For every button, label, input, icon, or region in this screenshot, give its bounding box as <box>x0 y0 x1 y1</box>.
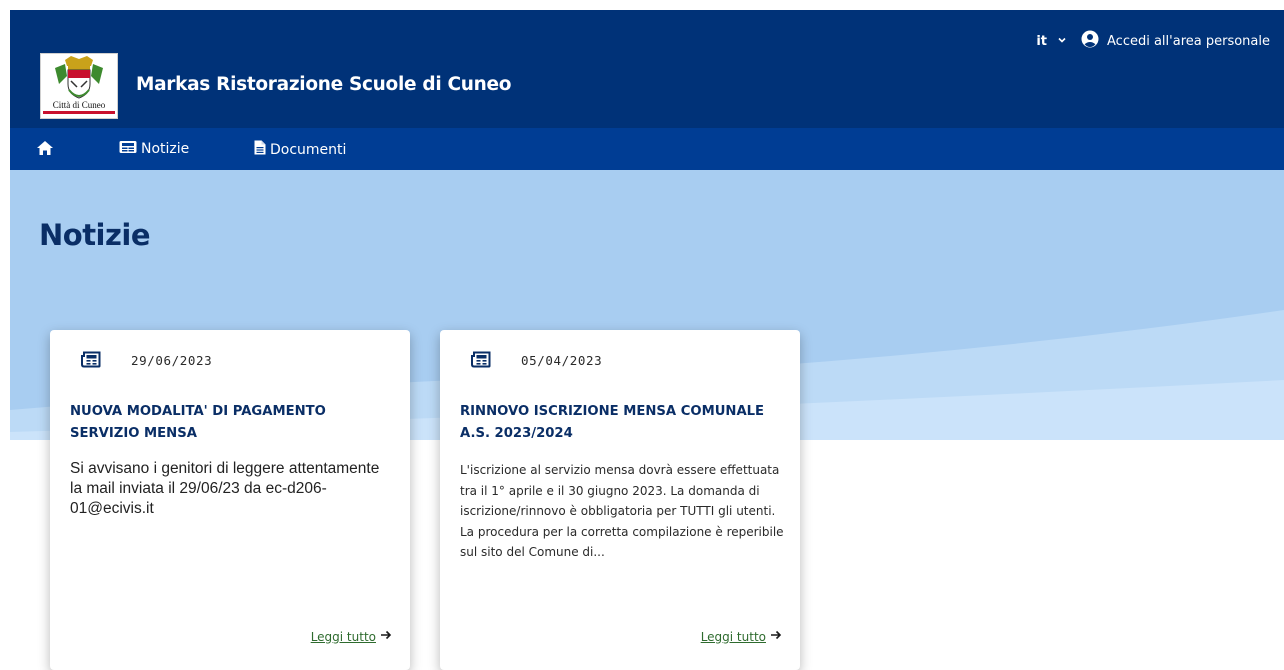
document-icon <box>254 140 270 159</box>
top-margin <box>0 0 1284 10</box>
card-excerpt: Si avvisano i genitori di leggere attent… <box>70 460 380 517</box>
read-more-link[interactable]: Leggi tutto <box>701 629 782 644</box>
user-circle-icon[interactable] <box>1081 30 1099 52</box>
site-header: Città di Cuneo Markas Ristorazione Scuol… <box>10 10 1284 128</box>
card-date: 05/04/2023 <box>521 353 603 368</box>
read-more-label: Leggi tutto <box>310 629 376 644</box>
language-selector[interactable]: it <box>1036 34 1047 49</box>
page-title: Notizie <box>39 218 151 252</box>
read-more-label: Leggi tutto <box>700 629 766 644</box>
svg-text:Città di Cuneo: Città di Cuneo <box>53 100 106 110</box>
nav-item-label: Notizie <box>141 141 190 157</box>
card-excerpt: L'iscrizione al servizio mensa dovrà ess… <box>460 463 784 559</box>
login-link[interactable]: Accedi all'area personale <box>1107 34 1270 49</box>
nav-item-documenti[interactable]: Documenti <box>254 140 346 159</box>
nav-item-notizie[interactable]: Notizie <box>119 140 189 158</box>
newspaper-icon <box>471 351 491 373</box>
header-actions: it Accedi all'area personale <box>1036 30 1270 52</box>
arrow-right-icon <box>770 629 782 644</box>
card-title[interactable]: RINNOVO ISCRIZIONE MENSA COMUNALE A.S. 2… <box>460 401 785 445</box>
news-card[interactable]: 29/06/2023 NUOVA MODALITA' DI PAGAMENTO … <box>50 330 410 670</box>
coat-of-arms-icon: Città di Cuneo <box>43 56 115 114</box>
news-card[interactable]: 05/04/2023 RINNOVO ISCRIZIONE MENSA COMU… <box>440 330 800 670</box>
home-icon[interactable] <box>36 140 54 161</box>
arrow-right-icon <box>380 629 392 644</box>
main-nav: Notizie Documenti <box>10 128 1284 170</box>
city-logo[interactable]: Città di Cuneo <box>40 53 118 119</box>
nav-item-label: Documenti <box>270 141 347 158</box>
newspaper-icon <box>119 140 141 158</box>
chevron-down-icon[interactable] <box>1057 34 1067 49</box>
site-title[interactable]: Markas Ristorazione Scuole di Cuneo <box>136 74 512 95</box>
card-title[interactable]: NUOVA MODALITA' DI PAGAMENTO SERVIZIO ME… <box>70 401 395 445</box>
card-date: 29/06/2023 <box>131 353 213 368</box>
newspaper-icon <box>81 351 101 373</box>
read-more-link[interactable]: Leggi tutto <box>311 629 392 644</box>
